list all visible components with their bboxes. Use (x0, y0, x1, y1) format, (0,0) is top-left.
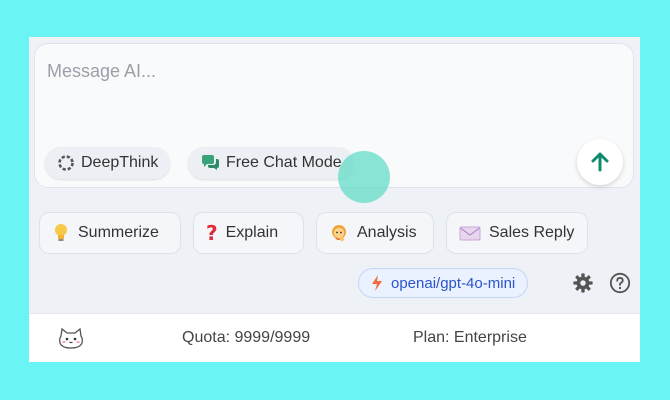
help-circle-icon[interactable] (609, 272, 631, 294)
spinner-icon (58, 155, 74, 171)
arrow-up-icon (591, 152, 609, 172)
analysis-label: Analysis (357, 224, 417, 241)
model-selector[interactable]: openai/gpt-4o-mini (358, 268, 529, 298)
model-name: openai/gpt-4o-mini (391, 274, 516, 292)
analysis-button[interactable]: Analysis (316, 212, 434, 254)
explain-button[interactable]: ? Explain (193, 212, 304, 254)
free-chat-mode-button[interactable]: Free Chat Mode (188, 147, 354, 179)
plan-status: Plan: Enterprise (413, 329, 527, 346)
assistant-panel: DeepThink Free Chat Mode Summerize ? Exp… (29, 37, 640, 362)
summarize-label: Summerize (78, 224, 159, 241)
summarize-button[interactable]: Summerize (39, 212, 181, 254)
free-chat-mode-label: Free Chat Mode (226, 154, 342, 171)
quota-status: Quota: 9999/9999 (182, 329, 311, 346)
lightning-icon (372, 275, 382, 291)
explain-label: Explain (225, 224, 279, 241)
deepthink-label: DeepThink (81, 154, 159, 171)
envelope-icon (459, 226, 481, 241)
cat-avatar-icon (59, 327, 83, 349)
send-button[interactable] (577, 139, 623, 185)
lightbulb-icon (55, 224, 67, 241)
message-input[interactable] (45, 60, 569, 83)
gear-icon[interactable] (572, 272, 594, 294)
deepthink-button[interactable]: DeepThink (45, 147, 171, 179)
touch-indicator (338, 151, 390, 203)
chat-bubbles-icon (202, 155, 219, 170)
question-mark-icon: ? (206, 221, 218, 245)
person-thinking-icon (332, 225, 346, 242)
sales-reply-label: Sales Reply (489, 224, 575, 241)
message-composer: DeepThink Free Chat Mode (34, 43, 634, 203)
status-footer: Quota: 9999/9999 Plan: Enterprise (29, 313, 640, 362)
sales-reply-button[interactable]: Sales Reply (446, 212, 588, 254)
